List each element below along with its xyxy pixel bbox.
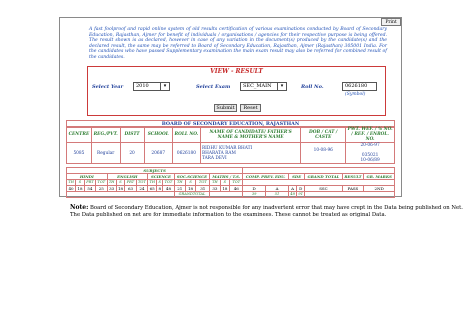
subject-header: SOC.SCIENCE [173,173,211,180]
header-cell: PWT. WEF. / % NO. / REF. / ENROL. NO. [345,126,395,143]
note-text: Board of Secondary Education, Ajmer is n… [70,205,463,218]
view-result-title: VIEW - RESULT [210,68,263,75]
header-cell: NAME OF CANDIDATE/ FATHER'S NAME & MOTHE… [199,126,302,143]
candidate-table: CENTRE REG./PVT. DISTT SCHOOL ROLL NO. N… [66,126,395,164]
exam-value: SEC_MAIN [243,83,272,89]
reset-button[interactable]: Reset [240,104,261,112]
chevron-down-icon: ▾ [277,83,286,90]
extra-cell: 39 [242,191,267,198]
header-cell: CENTRE [66,126,92,143]
roll-hint: (Symbol) [345,92,366,97]
marks-table: SUBJECTS HINDI ENGLISH SCIENCE SOC.SCIEN… [65,167,395,198]
value-cell: Regular [90,142,121,164]
marks-extra-row: GRANDTOTAL 39 51 48 91 [66,191,395,198]
subject-header: GR. MARKS [363,173,395,180]
value-cell: 20-06-97 035021 10-06/89 [345,142,395,164]
roll-input[interactable]: 0626180 [342,82,377,91]
view-result-panel: VIEW - RESULT Select Year 2010 ▾ Select … [87,66,386,116]
header-cell: DISTT [119,126,145,143]
subject-header: SCIENCE [147,173,175,180]
exam-label: Select Exam [196,84,231,90]
subject-header: MATHS / T.S. [209,173,244,180]
extra-cell: 48 [288,191,298,198]
chevron-down-icon: ▾ [160,83,169,90]
year-value: 2010 [136,83,149,89]
subject-header: GRAND TOTAL [304,173,343,180]
value-cell: 0626180 [171,142,201,164]
value-cell: 20687 [143,142,173,164]
header-cell: ROLL NO. [171,126,201,143]
year-select[interactable]: 2010 ▾ [133,82,170,91]
value-cell: 5085 [66,142,92,164]
submit-button[interactable]: Submit [214,104,237,112]
spacer-cell [209,191,244,198]
year-label: Select Year [92,84,124,90]
disclaimer-note: Note: Board of Secondary Education, Ajme… [70,204,465,219]
subject-header: RESULT [341,173,365,180]
extra-cell: 91 [296,191,306,198]
note-label: Note: [70,204,89,211]
grand-total-label: GRANDTOTAL [173,191,211,198]
header-cell: SCHOOL [143,126,173,143]
exam-select[interactable]: SEC_MAIN ▾ [240,82,287,91]
value-cell: 10-08-96 [300,142,347,164]
intro-text: A fast foolproof and rapid online system… [89,27,387,60]
subject-header: COMP. PREV. EDU. [242,173,290,180]
value-cell: 20 [119,142,145,164]
candidate-header-row: CENTRE REG./PVT. DISTT SCHOOL ROLL NO. N… [66,126,395,143]
spacer-cell [66,191,175,198]
header-cell: REG./PVT. [90,126,121,143]
print-button[interactable]: Print [381,18,401,26]
roll-label: Roll No. [301,84,324,90]
header-cell: DOB / CAT / CASTE [300,126,347,143]
extra-cell: 51 [265,191,290,198]
value-cell: RIDHU KUMAR BHATI BHARATA RAM TARA DEVI [199,142,302,164]
candidate-value-row: 5085 Regular 20 20687 0626180 RIDHU KUMA… [66,142,395,164]
spacer-cell [304,191,395,198]
